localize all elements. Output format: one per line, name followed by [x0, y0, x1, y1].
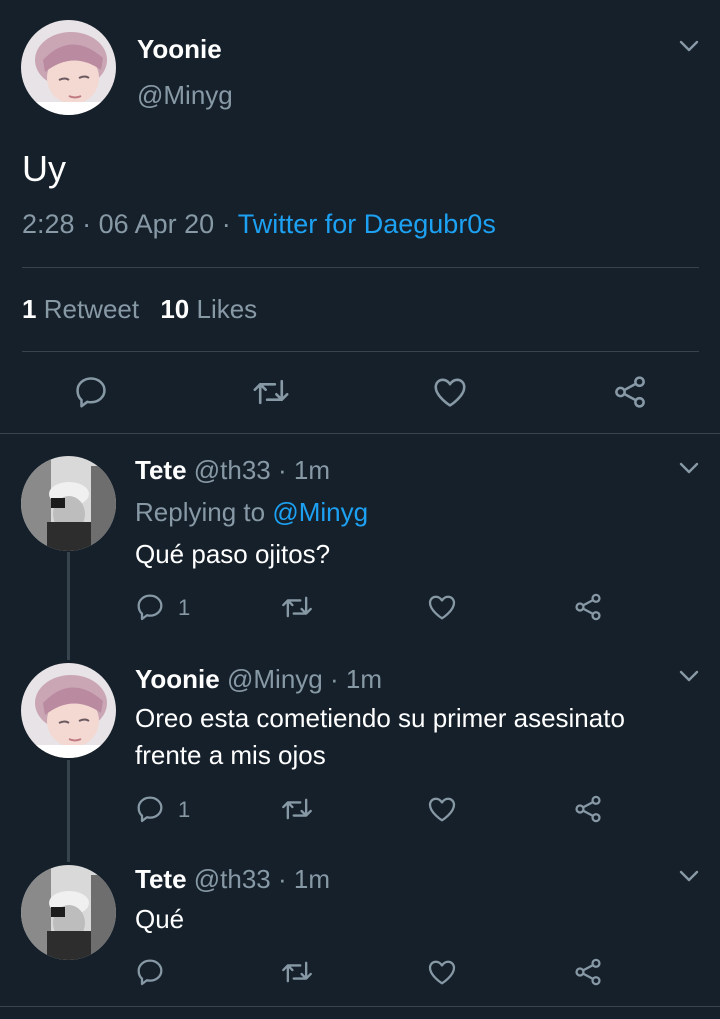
tweet-text: Uy	[22, 148, 66, 189]
meta-separator: ·	[221, 209, 231, 239]
divider	[0, 1006, 720, 1007]
reply-count: 1	[178, 797, 191, 822]
like-icon[interactable]	[426, 956, 458, 988]
reply-icon[interactable]	[134, 956, 166, 988]
meta-separator: ·	[278, 864, 287, 894]
thread-line	[67, 760, 70, 862]
tweet-stats: 1 Retweet 10 Likes	[22, 294, 257, 325]
reply-time: 1m	[293, 864, 331, 894]
meta-separator: ·	[82, 209, 92, 239]
replying-to-handle[interactable]: @Minyg	[272, 497, 368, 527]
retweet-icon[interactable]	[280, 956, 314, 988]
reply-header: Tete @th33 · 1m	[135, 864, 330, 895]
author-name[interactable]: Tete	[135, 455, 187, 485]
author-handle[interactable]: @Minyg	[227, 664, 323, 694]
reply-icon[interactable]	[134, 591, 166, 623]
tweet-meta: 2:28 · 06 Apr 20 · Twitter for Daegubr0s	[22, 209, 496, 240]
author-name[interactable]: Tete	[135, 864, 187, 894]
likes-stat[interactable]: 10 Likes	[160, 294, 257, 324]
tweet-date: 06 Apr 20	[98, 209, 215, 239]
meta-separator: ·	[278, 455, 287, 485]
avatar[interactable]	[21, 663, 116, 758]
thread-line	[67, 552, 70, 660]
retweet-icon[interactable]	[280, 793, 314, 825]
reply-header: Tete @th33 · 1m	[135, 455, 330, 486]
replying-to: Replying to @Minyg	[135, 497, 368, 528]
likes-label: Likes	[196, 294, 258, 324]
avatar[interactable]	[21, 456, 116, 551]
like-icon[interactable]	[426, 793, 458, 825]
like-icon[interactable]	[431, 373, 469, 411]
author-handle[interactable]: @th33	[194, 455, 271, 485]
reply-time: 1m	[293, 455, 331, 485]
divider	[22, 267, 699, 268]
meta-separator: ·	[329, 664, 339, 694]
reply-header: Yoonie @Minyg · 1m	[135, 664, 382, 695]
retweet-icon[interactable]	[251, 373, 291, 411]
share-icon[interactable]	[572, 793, 604, 825]
reply-text-line-2: frente a mis ojos	[135, 740, 326, 770]
avatar[interactable]	[21, 865, 116, 960]
retweets-count: 1	[22, 294, 37, 324]
author-handle[interactable]: @th33	[194, 864, 271, 894]
author-name[interactable]: Yoonie	[135, 664, 220, 694]
divider	[0, 433, 720, 434]
divider	[22, 351, 699, 352]
reply-text: Qué	[135, 904, 185, 934]
author-handle[interactable]: @Minyg	[137, 80, 233, 111]
chevron-down-icon[interactable]	[678, 868, 700, 889]
reply-time: 1m	[345, 664, 382, 694]
tweet-source-link[interactable]: Twitter for Daegubr0s	[238, 209, 496, 239]
share-icon[interactable]	[572, 956, 604, 988]
reply-count: 1	[178, 595, 191, 620]
share-icon[interactable]	[572, 591, 604, 623]
reply-icon[interactable]	[134, 793, 166, 825]
replying-to-label: Replying to	[135, 497, 266, 527]
chevron-down-icon[interactable]	[678, 38, 700, 59]
like-icon[interactable]	[426, 591, 458, 623]
reply-icon[interactable]	[72, 373, 110, 411]
author-name[interactable]: Yoonie	[137, 34, 222, 65]
tweet-time: 2:28	[22, 209, 75, 239]
retweets-label: Retweet	[43, 294, 140, 324]
chevron-down-icon[interactable]	[678, 668, 700, 689]
share-icon[interactable]	[611, 373, 649, 411]
chevron-down-icon[interactable]	[678, 460, 700, 481]
retweet-icon[interactable]	[280, 591, 314, 623]
reply-text: Qué paso ojitos?	[135, 539, 331, 569]
likes-count: 10	[160, 294, 190, 324]
reply-text-line-1: Oreo esta cometiendo su primer asesinato	[135, 703, 625, 733]
retweets-stat[interactable]: 1 Retweet	[22, 294, 146, 324]
avatar[interactable]	[21, 20, 116, 115]
